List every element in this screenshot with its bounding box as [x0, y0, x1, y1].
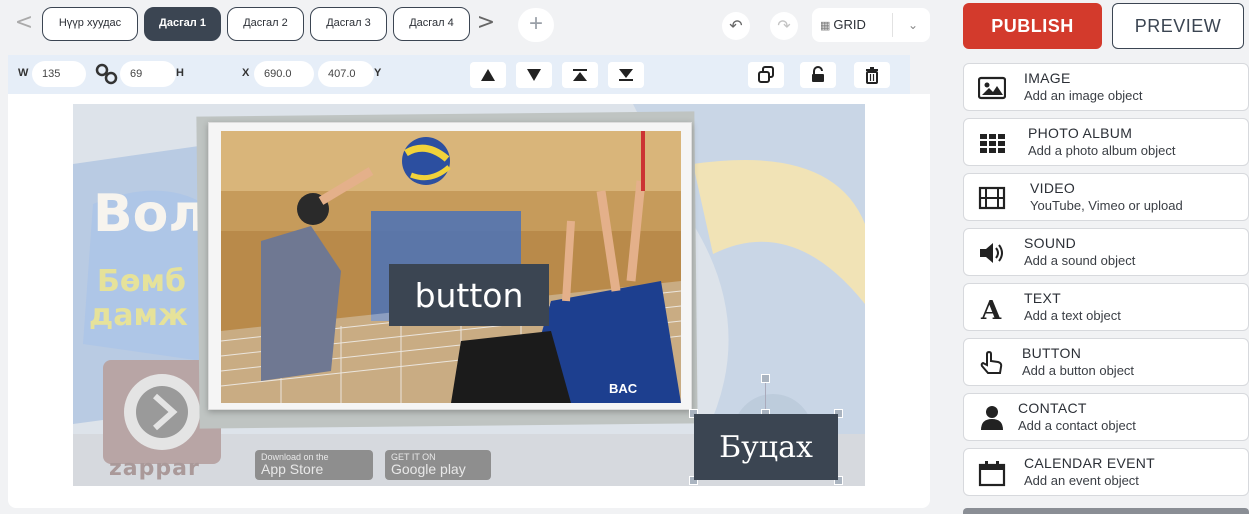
calendar-icon	[978, 461, 1006, 487]
send-to-back-button[interactable]	[608, 62, 644, 88]
undo-icon[interactable]: ↶	[722, 12, 750, 40]
object-title: VIDEO	[1030, 180, 1076, 196]
trash-icon	[866, 67, 878, 84]
image-icon	[978, 76, 1006, 100]
object-title: PHOTO ALBUM	[1028, 125, 1133, 141]
object-subtitle: Add a photo album object	[1028, 143, 1176, 158]
grid-icon: ▦	[820, 20, 831, 32]
add-video-object[interactable]: VIDEO YouTube, Vimeo or upload	[963, 173, 1249, 221]
object-subtitle: YouTube, Vimeo or upload	[1030, 198, 1183, 213]
button-icon	[980, 350, 1003, 374]
add-button-object[interactable]: BUTTON Add a button object	[963, 338, 1249, 386]
object-subtitle: Add an event object	[1024, 473, 1139, 488]
object-title: IMAGE	[1024, 70, 1071, 86]
add-sound-object[interactable]: SOUND Add a sound object	[963, 228, 1249, 276]
contact-icon	[981, 406, 1003, 430]
preview-button[interactable]: PREVIEW	[1112, 3, 1244, 49]
y-position-field[interactable]: 407.0	[318, 61, 374, 87]
object-title: SOUND	[1024, 235, 1077, 251]
height-field[interactable]: 69	[120, 61, 176, 87]
tab-exercise-1[interactable]: Дасгал 1	[144, 7, 221, 41]
triangle-up-icon	[481, 69, 495, 81]
add-contact-object[interactable]: CONTACT Add a contact object	[963, 393, 1249, 441]
object-title: TEXT	[1024, 290, 1061, 306]
background-title: Вол	[93, 184, 207, 244]
add-text-object[interactable]: A TEXT Add a text object	[963, 283, 1249, 331]
publish-button[interactable]: PUBLISH	[963, 3, 1102, 49]
add-photo-album-object[interactable]: PHOTO ALBUM Add a photo album object	[963, 118, 1249, 166]
properties-bar: W 135 69 H X 690.0 407.0 Y	[8, 55, 910, 94]
tab-home-page[interactable]: Нүүр хуудас	[42, 7, 138, 41]
photo-jersey-text: BAC	[609, 381, 638, 396]
tab-exercise-2[interactable]: Дасгал 2	[227, 7, 304, 41]
add-calendar-event-object[interactable]: CALENDAR EVENT Add an event object	[963, 448, 1249, 496]
bring-to-front-button[interactable]	[562, 62, 598, 88]
to-front-icon	[573, 69, 587, 81]
pages-prev-arrow[interactable]: <	[14, 10, 34, 38]
google-play-text: Google play	[391, 461, 466, 477]
height-label: H	[176, 67, 184, 79]
object-subtitle: Add a button object	[1022, 363, 1135, 378]
tab-exercise-4[interactable]: Дасгал 4	[393, 7, 470, 41]
triangle-down-icon	[527, 69, 541, 81]
object-title: CONTACT	[1018, 400, 1087, 416]
width-field[interactable]: 135	[32, 61, 86, 87]
text-icon: A	[980, 296, 1002, 322]
add-image-object[interactable]: IMAGE Add an image object	[963, 63, 1249, 111]
add-page-button[interactable]: +	[518, 8, 554, 42]
back-button-object[interactable]: Буцах	[694, 414, 838, 480]
svg-text:A: A	[980, 296, 1002, 322]
background-subtitle-2: дамж	[89, 298, 188, 333]
grid-divider	[892, 13, 893, 37]
y-label: Y	[374, 67, 382, 79]
grid-toggle[interactable]: ▦ GRID	[820, 8, 866, 42]
tab-exercise-3[interactable]: Дасгал 3	[310, 7, 387, 41]
app-store-text: App Store	[261, 461, 324, 477]
object-subtitle: Add a sound object	[1024, 253, 1136, 268]
app-store-badge: Download on the App Store	[255, 450, 373, 480]
canvas-button-object[interactable]: button	[389, 264, 549, 326]
video-icon	[978, 186, 1006, 210]
object-subtitle: Add an image object	[1024, 88, 1143, 103]
pages-next-arrow[interactable]: >	[476, 10, 496, 38]
object-subtitle: Add a text object	[1024, 308, 1121, 323]
duplicate-button[interactable]	[748, 62, 784, 88]
width-label: W	[18, 67, 29, 79]
photo-album-icon	[980, 134, 1005, 153]
background-subtitle-1: Бөмб	[97, 264, 186, 299]
delete-button[interactable]	[854, 62, 890, 88]
to-back-icon	[619, 69, 633, 81]
object-title: CALENDAR EVENT	[1024, 455, 1156, 471]
grid-label: GRID	[833, 17, 866, 32]
rotate-handle[interactable]	[761, 374, 770, 383]
zappar-wordmark: zappar	[109, 456, 200, 481]
duplicate-icon	[758, 66, 774, 83]
grid-dropdown[interactable]: ▦ GRID ⌄	[812, 8, 930, 42]
editor-root: < Нүүр хуудас Дасгал 1 Дасгал 2 Дасгал 3…	[0, 0, 1249, 514]
google-play-badge: GET IT ON Google play	[385, 450, 491, 480]
x-position-field[interactable]: 690.0	[254, 61, 314, 87]
send-backward-button[interactable]	[516, 62, 552, 88]
redo-icon[interactable]: ↷	[770, 12, 798, 40]
lock-button[interactable]	[800, 62, 836, 88]
object-subtitle: Add a contact object	[1018, 418, 1136, 433]
unlock-icon	[812, 66, 824, 82]
link-aspect-icon[interactable]	[92, 61, 122, 87]
bring-forward-button[interactable]	[470, 62, 506, 88]
object-title: BUTTON	[1022, 345, 1082, 361]
panel-scroll-hint	[963, 508, 1249, 514]
x-label: X	[242, 67, 250, 79]
sound-icon	[980, 243, 1003, 263]
chevron-down-icon[interactable]: ⌄	[900, 8, 926, 42]
